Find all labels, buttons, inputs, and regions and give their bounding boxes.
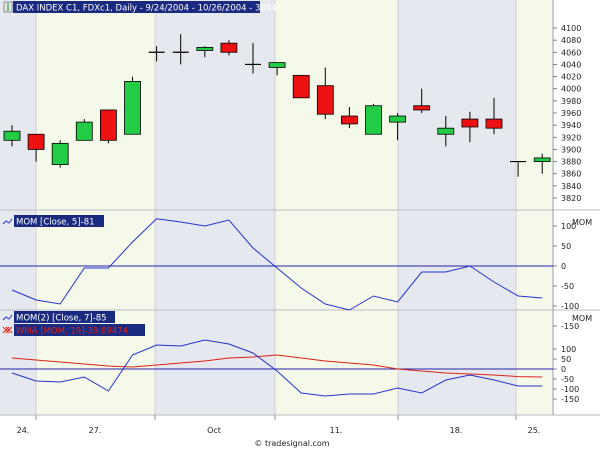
y-tick-label: 3840 xyxy=(561,182,581,191)
y-tick-label: 4060 xyxy=(561,48,581,57)
candle xyxy=(292,74,310,99)
chart-svg: 4100 4080 4060 4040 4020 4000 3980 3960 3940 3920… xyxy=(0,0,600,448)
background-band xyxy=(516,0,553,415)
y-tick-label: 4100 xyxy=(561,24,581,33)
candle-body xyxy=(75,121,93,141)
candle-body xyxy=(51,142,69,166)
y-tick-label: 100 xyxy=(561,345,576,354)
chart-root: 4100 4080 4060 4040 4020 4000 3980 3960 3940 3920… xyxy=(0,0,600,450)
y-tick-label: 3880 xyxy=(561,158,581,167)
candle-body xyxy=(316,85,334,115)
candle-body xyxy=(437,127,455,135)
candle xyxy=(51,140,69,168)
mom2-legend-text: MOM(2) [Close, 7]-85 xyxy=(16,314,107,324)
candle-body xyxy=(292,74,310,99)
candle-body xyxy=(3,130,21,141)
x-tick-label: 24. xyxy=(17,426,30,435)
candle-body xyxy=(100,109,117,141)
mom2-unit-label: MOM xyxy=(572,314,592,323)
y-tick-label: 0 xyxy=(561,262,566,271)
background-band xyxy=(155,0,275,415)
candle-body xyxy=(485,118,503,129)
watermark: © tradesignal.com xyxy=(254,439,329,448)
y-tick-label: 50 xyxy=(561,355,571,364)
wma-legend-text: WMA [MOM, 19]-39.89474 xyxy=(16,327,128,337)
y-tick-label: 0 xyxy=(561,365,566,374)
y-tick-label: 3860 xyxy=(561,170,581,179)
x-tick-label: 11. xyxy=(330,426,343,435)
mom-unit-label: MOM xyxy=(572,218,592,227)
y-tick-label: -50 xyxy=(561,282,574,291)
y-tick-label: 4080 xyxy=(561,36,581,45)
y-tick-label: 3820 xyxy=(561,194,581,203)
y-tick-label: 3940 xyxy=(561,121,581,130)
candle xyxy=(100,109,117,144)
x-tick-label: 18. xyxy=(450,426,463,435)
y-tick-label: -150 xyxy=(561,395,579,404)
candle-body xyxy=(389,115,407,123)
candle-body xyxy=(196,47,214,51)
background-band xyxy=(275,0,398,415)
candle xyxy=(75,119,93,141)
x-tick-label: 25. xyxy=(528,426,541,435)
y-tick-label: -150 xyxy=(561,322,579,331)
background-band xyxy=(398,0,516,415)
candle-body xyxy=(220,42,238,53)
candle-body xyxy=(413,105,431,111)
candle-body xyxy=(461,118,479,128)
x-tick-label: 27. xyxy=(89,426,102,435)
background-band xyxy=(0,0,36,415)
y-tick-label: 4040 xyxy=(561,60,581,69)
price-legend-text: DAX INDEX C1, FDXc1, Daily - 9/24/2004 -… xyxy=(16,4,277,14)
mom-legend-text: MOM [Close, 5]-81 xyxy=(16,218,95,228)
candle-body xyxy=(365,105,382,135)
candle-body xyxy=(27,133,45,150)
y-tick-label: 4020 xyxy=(561,73,581,82)
candle-body xyxy=(533,157,551,162)
x-tick-label: Oct xyxy=(207,426,221,435)
y-tick-label: 3980 xyxy=(561,97,581,106)
y-tick-label: 4000 xyxy=(561,85,581,94)
candle xyxy=(124,76,141,135)
candle-body xyxy=(124,81,141,135)
candle xyxy=(365,103,382,135)
y-tick-label: -100 xyxy=(561,302,579,311)
candle-body xyxy=(268,62,286,68)
y-tick-label: 50 xyxy=(561,242,571,251)
y-tick-label: 3920 xyxy=(561,133,581,142)
y-tick-label: -100 xyxy=(561,385,579,394)
y-tick-label: 3900 xyxy=(561,145,581,154)
y-tick-label: -50 xyxy=(561,375,574,384)
y-tick-label: 3960 xyxy=(561,109,581,118)
candle-body xyxy=(340,115,358,125)
